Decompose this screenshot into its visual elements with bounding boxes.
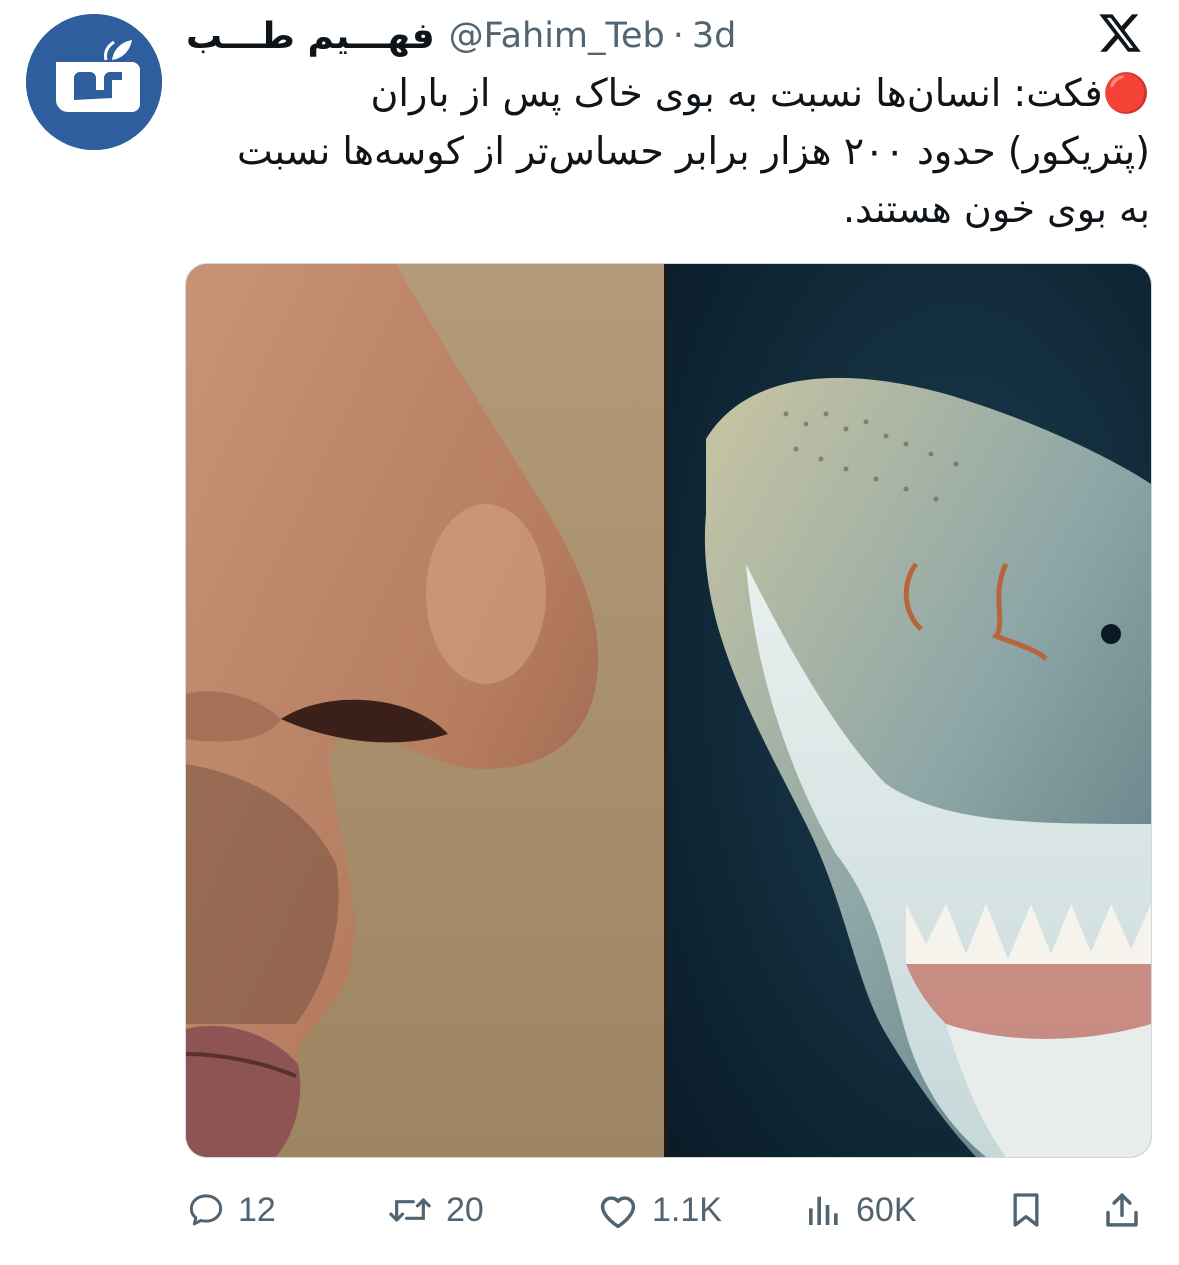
repost-icon <box>389 1198 431 1222</box>
human-nose-photo <box>186 264 666 1157</box>
shark-snout-photo <box>668 264 1151 1157</box>
reply-icon <box>189 1194 223 1226</box>
views-icon <box>809 1196 838 1225</box>
separator-dot: · <box>672 16 684 56</box>
repost-count: 20 <box>446 1190 484 1229</box>
x-logo-icon <box>1097 10 1143 56</box>
author-handle[interactable]: @Fahim_Teb <box>449 16 665 56</box>
repost-button[interactable]: 20 <box>386 1178 484 1242</box>
tweet-header: فهـــیم طـــب @Fahim_Teb · 3d <box>186 10 1139 62</box>
share-icon <box>1106 1193 1138 1227</box>
media-divider <box>664 264 668 1157</box>
bookmark-icon <box>1013 1193 1039 1227</box>
views-count: 60K <box>856 1190 917 1229</box>
share-button[interactable] <box>1101 1178 1143 1242</box>
tweet-text: 🔴فکت: انسان‌ها نسبت به بوی خاک پس از بار… <box>237 71 1150 231</box>
post-time[interactable]: 3d <box>692 16 737 56</box>
avatar[interactable] <box>26 14 162 150</box>
reply-button[interactable]: 12 <box>186 1178 276 1242</box>
heart-icon <box>600 1196 636 1229</box>
like-button[interactable]: 1.1K <box>596 1178 722 1242</box>
tweet-actions: 12 20 1.1K 60K <box>186 1178 1150 1242</box>
tweet-media[interactable] <box>185 263 1152 1158</box>
reply-count: 12 <box>238 1190 276 1229</box>
views-button[interactable]: 60K <box>804 1178 917 1242</box>
like-count: 1.1K <box>652 1190 722 1229</box>
author-display-name[interactable]: فهـــیم طـــب <box>186 16 435 57</box>
bookmark-button[interactable] <box>1006 1178 1046 1242</box>
fahim-teb-logo-icon <box>26 14 162 150</box>
